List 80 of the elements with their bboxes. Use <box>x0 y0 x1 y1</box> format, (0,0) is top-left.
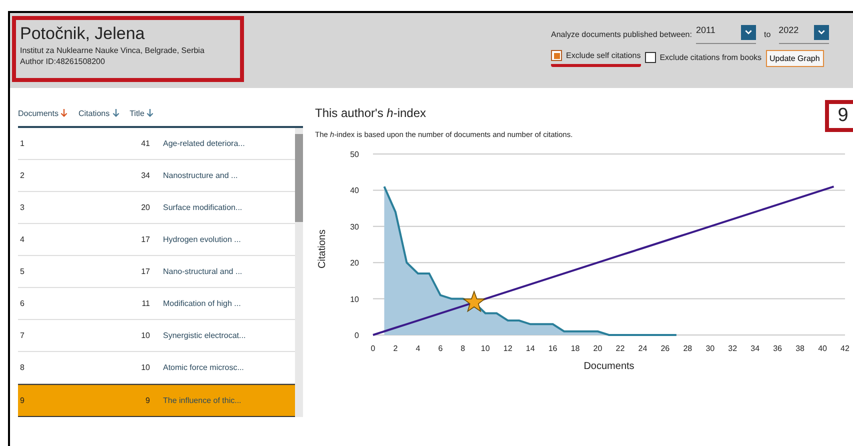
x-tick-label: 16 <box>548 344 558 353</box>
sort-arrow-icon <box>112 108 120 118</box>
dropdown-icon <box>814 25 829 40</box>
sort-arrow-icon <box>60 108 68 118</box>
x-tick-label: 18 <box>570 344 580 353</box>
x-axis-title: Documents <box>584 361 634 371</box>
x-tick-label: 10 <box>480 344 490 353</box>
document-title: Hydrogen evolution ... <box>162 235 241 244</box>
document-number: 5 <box>19 267 26 276</box>
range-label: Analyze documents published between: <box>551 30 692 39</box>
citation-count: 17 <box>140 267 150 276</box>
document-title: Nanostructure and ... <box>162 171 238 180</box>
x-tick-label: 0 <box>370 344 376 353</box>
y-tick-label: 50 <box>350 150 359 159</box>
author-affiliation: Institut za Nuklearne Nauke Vinca, Belgrade, Serbia <box>20 45 206 56</box>
document-title: Age-related deteriora... <box>162 139 245 148</box>
x-tick-label: 42 <box>840 344 850 353</box>
h-index-value: 9 <box>825 100 853 132</box>
column-header[interactable]: Title <box>130 108 154 118</box>
y-tick-label: 30 <box>350 222 359 232</box>
document-title: Synergistic electrocat... <box>162 331 246 340</box>
document-title: Atomic force microsc... <box>162 363 244 372</box>
author-id: Author ID:48261508200 <box>20 56 106 67</box>
dropdown-icon <box>740 25 756 40</box>
x-tick-label: 6 <box>438 344 443 353</box>
document-number: 6 <box>19 299 26 308</box>
x-tick-label: 34 <box>750 344 760 353</box>
x-tick-label: 12 <box>503 344 512 353</box>
scrollbar[interactable] <box>295 128 303 417</box>
document-title: Surface modification... <box>162 203 242 212</box>
citation-count: 9 <box>144 396 150 405</box>
document-number: 8 <box>19 363 26 372</box>
x-tick-label: 38 <box>796 344 804 353</box>
update-graph-button[interactable]: Update Graph <box>766 50 824 67</box>
citation-count: 34 <box>140 171 150 180</box>
y-tick-label: 0 <box>354 331 359 340</box>
h-index-title: This author's h-index <box>315 106 428 120</box>
sort-arrow-icon <box>146 108 154 118</box>
citation-count: 20 <box>140 203 150 212</box>
document-number: 3 <box>19 203 26 212</box>
y-tick-label: 40 <box>350 186 359 196</box>
document-title: The influence of thic... <box>162 396 242 405</box>
citation-count: 17 <box>140 235 150 244</box>
citation-count: 11 <box>140 299 150 308</box>
document-number: 9 <box>19 396 26 405</box>
y-tick-label: 10 <box>350 294 359 304</box>
x-tick-label: 8 <box>460 344 466 353</box>
to-year-select[interactable]: 2022 <box>778 25 829 44</box>
column-header[interactable]: Documents <box>18 108 68 118</box>
x-tick-label: 32 <box>728 344 738 353</box>
citation-count: 10 <box>140 363 150 372</box>
y-axis-title: Citations <box>317 230 328 268</box>
citation-count: 41 <box>140 139 150 148</box>
exclude-checkbox[interactable]: Exclude self citations <box>551 50 641 67</box>
document-number: 7 <box>19 331 26 340</box>
to-label: to <box>764 30 771 39</box>
citation-count: 10 <box>140 331 150 340</box>
x-tick-label: 20 <box>593 344 602 353</box>
document-number: 1 <box>19 139 26 148</box>
x-tick-label: 2 <box>393 344 398 353</box>
document-title: Modification of high ... <box>162 299 241 308</box>
author-name: Potočnik, Jelena <box>20 23 146 45</box>
exclude-checkbox[interactable]: Exclude citations from books <box>644 52 762 66</box>
y-tick-label: 20 <box>350 258 359 268</box>
x-tick-label: 26 <box>660 344 670 353</box>
x-tick-label: 28 <box>683 344 692 353</box>
star-icon <box>462 290 486 312</box>
column-header[interactable]: Citations <box>78 108 120 118</box>
x-tick-label: 14 <box>526 344 535 353</box>
document-number: 2 <box>19 171 26 180</box>
document-number: 4 <box>19 235 26 244</box>
x-tick-label: 22 <box>616 344 625 353</box>
x-tick-label: 24 <box>638 344 648 353</box>
x-tick-label: 30 <box>706 344 715 353</box>
from-year-select[interactable]: 2011 <box>696 25 756 44</box>
x-tick-label: 4 <box>416 344 420 353</box>
document-title: Nano-structural and ... <box>162 267 242 276</box>
x-tick-label: 36 <box>773 344 782 353</box>
document-row[interactable]: 9 9 The influence of thic... <box>18 384 295 417</box>
x-tick-label: 40 <box>818 344 827 353</box>
